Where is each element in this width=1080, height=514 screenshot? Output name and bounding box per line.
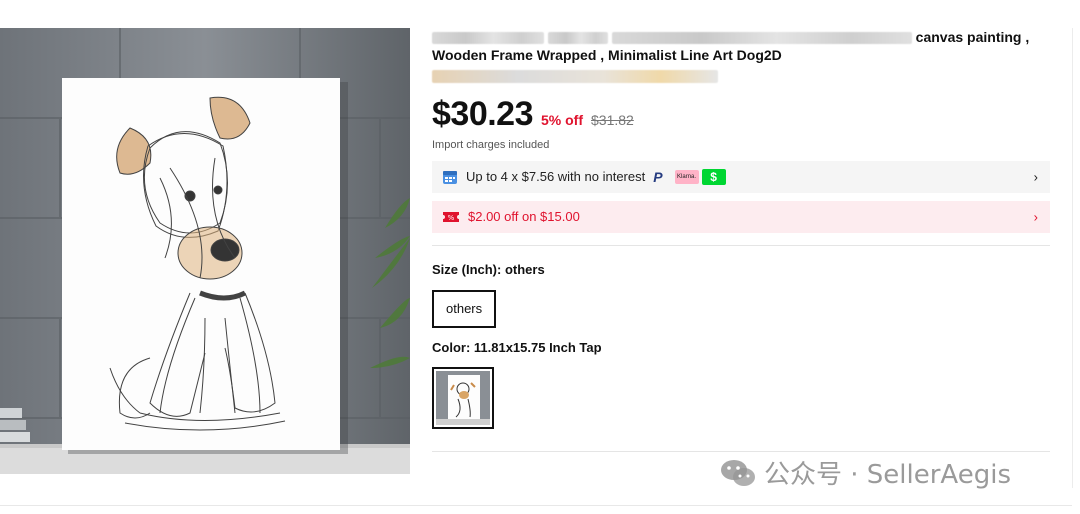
paypal-icon: P xyxy=(653,168,663,185)
product-title-line2: Wooden Frame Wrapped , Minimalist Line A… xyxy=(432,47,782,63)
wechat-icon xyxy=(721,459,755,486)
chevron-right-icon: › xyxy=(1033,209,1038,225)
product-image[interactable] xyxy=(0,28,410,474)
original-price: $31.82 xyxy=(591,111,634,128)
divider xyxy=(432,244,1050,246)
klarna-icon: Klarna. xyxy=(674,169,699,184)
cashapp-icon: $ xyxy=(701,168,726,185)
price-row: $30.23 5% off $31.82 xyxy=(432,95,1052,135)
calendar-icon xyxy=(443,170,457,184)
blurred-text xyxy=(432,32,544,45)
divider xyxy=(432,450,1050,452)
divider xyxy=(0,505,1072,506)
product-title: canvas painting , Wooden Frame Wrapped ,… xyxy=(432,28,1052,83)
product-detail-panel: canvas painting , Wooden Frame Wrapped ,… xyxy=(432,28,1052,452)
watermark-text: 公众号 · SellerAegis xyxy=(764,460,1012,490)
coupon-text: $2.00 off on $15.00 xyxy=(468,209,580,225)
blurred-text xyxy=(547,32,608,45)
panel-edge xyxy=(1072,28,1073,488)
installment-text: Up to 4 x $7.56 with no interest xyxy=(466,169,646,185)
svg-text:%: % xyxy=(448,214,455,222)
product-photo-dog-canvas xyxy=(0,28,410,474)
color-swatch-thumbnail xyxy=(436,370,490,425)
color-swatch[interactable] xyxy=(432,366,494,429)
watermark: 公众号 · SellerAegis xyxy=(720,454,1011,491)
coupon-row[interactable]: % $2.00 off on $15.00 › xyxy=(432,200,1050,233)
coupon-icon: % xyxy=(443,211,459,222)
installment-row[interactable]: Up to 4 x $7.56 with no interest P Klarn… xyxy=(432,160,1050,193)
chevron-right-icon: › xyxy=(1033,169,1038,185)
color-label: Color: 11.81x15.75 Inch Tap xyxy=(432,339,602,355)
size-label: Size (Inch): others xyxy=(432,261,545,277)
product-title-line1-suffix: canvas painting , xyxy=(915,29,1030,45)
size-option-button[interactable]: others xyxy=(432,289,497,328)
import-note: Import charges included xyxy=(432,138,550,151)
current-price: $30.23 xyxy=(432,94,534,133)
discount-badge: 5% off xyxy=(541,111,583,128)
blurred-text xyxy=(432,69,718,83)
blurred-text xyxy=(611,32,912,45)
